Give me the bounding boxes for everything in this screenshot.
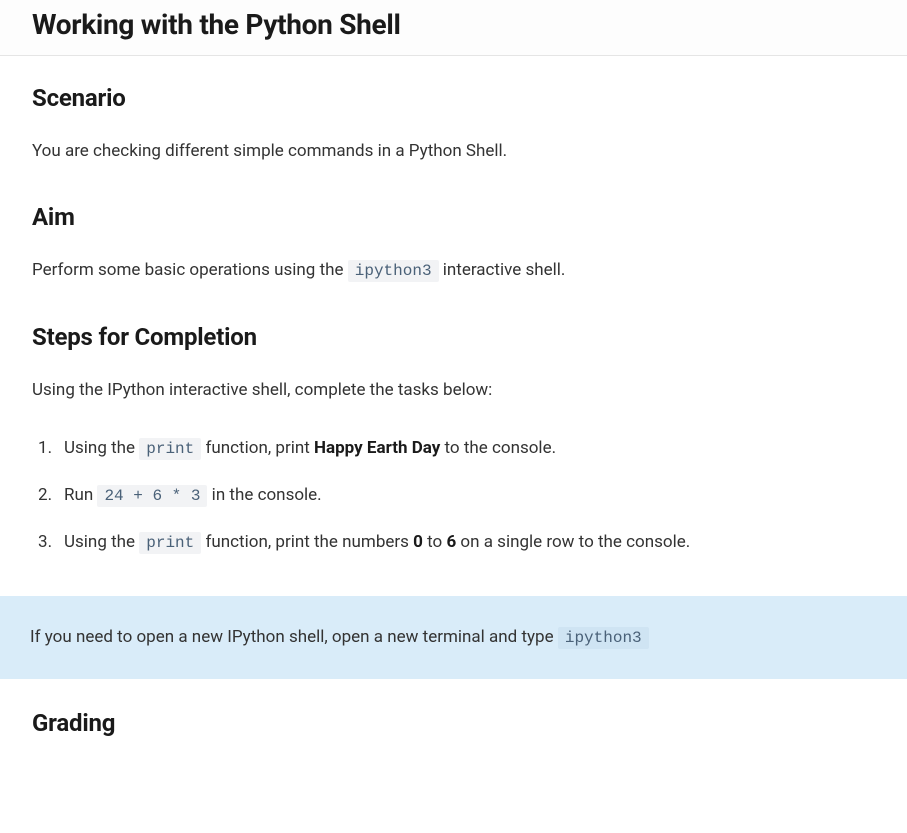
steps-section: Steps for Completion Using the IPython i…	[32, 323, 875, 558]
note-box: If you need to open a new IPython shell,…	[0, 596, 907, 680]
aim-code: ipython3	[348, 260, 439, 282]
step-text: Run	[64, 485, 97, 505]
step-text: to	[423, 532, 447, 552]
steps-list: Using the print function, print Happy Ea…	[32, 434, 875, 558]
aim-section: Aim Perform some basic operations using …	[32, 203, 875, 285]
aim-text-after: interactive shell.	[439, 260, 566, 280]
aim-text-before: Perform some basic operations using the	[32, 260, 348, 280]
step-text: function, print the numbers	[201, 532, 413, 552]
step-bold: 6	[446, 532, 456, 552]
page-content: Scenario You are checking different simp…	[0, 56, 907, 558]
aim-heading: Aim	[32, 203, 875, 231]
step-item: Run 24 + 6 * 3 in the console.	[64, 481, 875, 510]
aim-text: Perform some basic operations using the …	[32, 257, 875, 285]
grading-heading: Grading	[32, 709, 875, 737]
step-item: Using the print function, print Happy Ea…	[64, 434, 875, 463]
step-bold: 0	[413, 532, 423, 552]
step-text: on a single row to the console.	[456, 532, 690, 552]
steps-intro: Using the IPython interactive shell, com…	[32, 377, 875, 404]
step-code: print	[139, 532, 201, 554]
step-text: Using the	[64, 532, 139, 552]
note-text: If you need to open a new IPython shell,…	[30, 627, 558, 647]
step-text: in the console.	[207, 485, 321, 505]
steps-heading: Steps for Completion	[32, 323, 875, 351]
step-text: function, print	[201, 438, 314, 458]
step-text: Using the	[64, 438, 139, 458]
page-title: Working with the Python Shell	[32, 8, 875, 41]
step-item: Using the print function, print the numb…	[64, 528, 875, 557]
grading-section: Grading	[0, 679, 907, 737]
step-bold: Happy Earth Day	[314, 438, 440, 458]
step-code: 24 + 6 * 3	[97, 485, 207, 507]
page-header: Working with the Python Shell	[0, 0, 907, 56]
scenario-heading: Scenario	[32, 84, 875, 112]
step-code: print	[139, 438, 201, 460]
scenario-section: Scenario You are checking different simp…	[32, 84, 875, 165]
scenario-text: You are checking different simple comman…	[32, 138, 875, 165]
step-text: to the console.	[440, 438, 556, 458]
note-code: ipython3	[558, 627, 649, 649]
